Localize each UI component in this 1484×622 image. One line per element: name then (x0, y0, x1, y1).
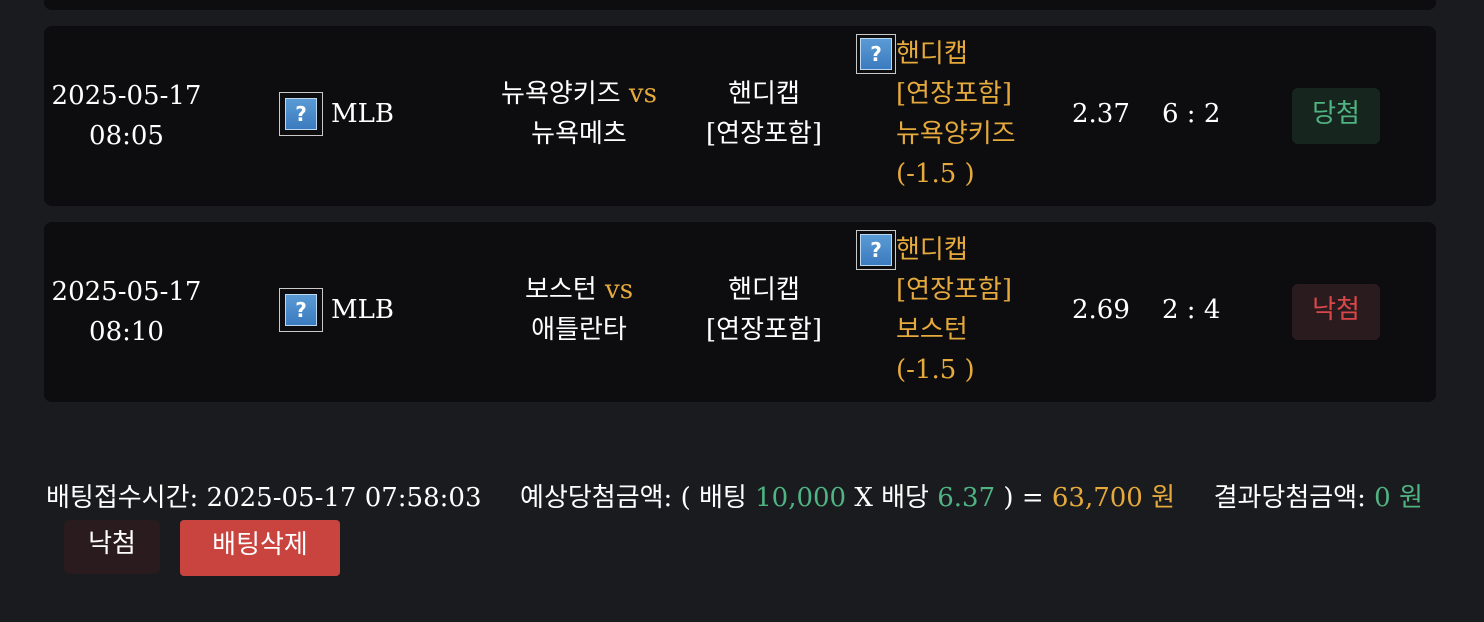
accept-time: 2025-05-17 07:58:03 (206, 483, 482, 513)
pick-handicap: (-1.5 ) (896, 159, 975, 189)
pick-type: 핸디캡 (896, 235, 968, 265)
away-team: 애틀란타 (531, 315, 627, 345)
league-name: MLB (331, 295, 394, 325)
score: 6 : 2 (1162, 99, 1221, 129)
bet-amount: 10,000 (755, 483, 847, 513)
pick-icon: ? (856, 230, 896, 270)
match-time: 08:05 (89, 121, 164, 151)
match-datetime: 2025-05-17 08:10 (44, 272, 209, 352)
bet-type-name: 핸디캡 (728, 275, 800, 305)
vs-label: vs (628, 79, 657, 109)
result-amount-label: 결과당첨금액: (1213, 483, 1366, 513)
total-odds: 6.37 (937, 483, 996, 513)
league: ? MLB (279, 288, 394, 332)
odds: 2.69 (1072, 295, 1130, 325)
match-teams: 보스턴 vs 애틀란타 (464, 270, 694, 350)
league-name: MLB (331, 99, 394, 129)
bet-summary: 배팅접수시간: 2025-05-17 07:58:03 예상당첨금액: ( 배팅… (46, 478, 1423, 518)
multiply-sign: X (854, 483, 873, 513)
previous-bet-card-edge (44, 0, 1436, 10)
equals-sign: ) = (1003, 483, 1044, 513)
match-teams: 뉴욕양키즈 vs 뉴욕메츠 (464, 74, 694, 154)
match-datetime: 2025-05-17 08:05 (44, 76, 209, 156)
expected-win-label: 예상당첨금액: ( (520, 483, 691, 513)
pick-option: [연장포함] (896, 275, 1012, 305)
away-team: 뉴욕메츠 (531, 119, 627, 149)
bet-amount-label: 배팅 (699, 483, 747, 513)
league: ? MLB (279, 92, 394, 136)
odds: 2.37 (1072, 99, 1130, 129)
bet-type-option: [연장포함] (706, 119, 822, 149)
bet-type-name: 핸디캡 (728, 79, 800, 109)
delete-bet-button[interactable]: 배팅삭제 (180, 520, 340, 576)
pick-team: 보스턴 (896, 315, 968, 345)
result-badge: 당첨 (1292, 88, 1380, 144)
expected-amount: 63,700 (1051, 483, 1143, 513)
bet-type: 핸디캡 [연장포함] (684, 74, 844, 154)
bet-type-option: [연장포함] (706, 315, 822, 345)
pick-type: 핸디캡 (896, 39, 968, 69)
score: 2 : 4 (1162, 295, 1221, 325)
expected-amount-unit: 원 (1151, 483, 1176, 513)
result-amount-unit: 원 (1398, 483, 1423, 513)
bet-type: 핸디캡 [연장포함] (684, 270, 844, 350)
home-team: 보스턴 (524, 275, 597, 305)
league-logo-icon: ? (279, 288, 323, 332)
pick-icon: ? (856, 34, 896, 74)
bet-pick: ? 핸디캡 [연장포함] 보스턴 (-1.5 ) (856, 230, 1012, 390)
pick-handicap: (-1.5 ) (896, 355, 975, 385)
home-team: 뉴욕양키즈 (501, 79, 621, 109)
bet-status-badge: 낙첨 (64, 520, 160, 574)
pick-option: [연장포함] (896, 79, 1012, 109)
match-date: 2025-05-17 (51, 277, 202, 307)
bet-pick: ? 핸디캡 [연장포함] 뉴욕양키즈 (-1.5 ) (856, 34, 1016, 194)
league-logo-icon: ? (279, 92, 323, 136)
bet-row: 2025-05-17 08:05 ? MLB 뉴욕양키즈 vs 뉴욕메츠 핸디캡… (44, 26, 1436, 206)
total-odds-label: 배당 (881, 483, 929, 513)
bet-row: 2025-05-17 08:10 ? MLB 보스턴 vs 애틀란타 핸디캡 [… (44, 222, 1436, 402)
result-amount: 0 (1374, 483, 1391, 513)
accept-time-label: 배팅접수시간: (46, 483, 199, 513)
match-time: 08:10 (89, 317, 164, 347)
match-date: 2025-05-17 (51, 81, 202, 111)
vs-label: vs (605, 275, 634, 305)
pick-team: 뉴욕양키즈 (896, 119, 1016, 149)
result-badge: 낙첨 (1292, 284, 1380, 340)
